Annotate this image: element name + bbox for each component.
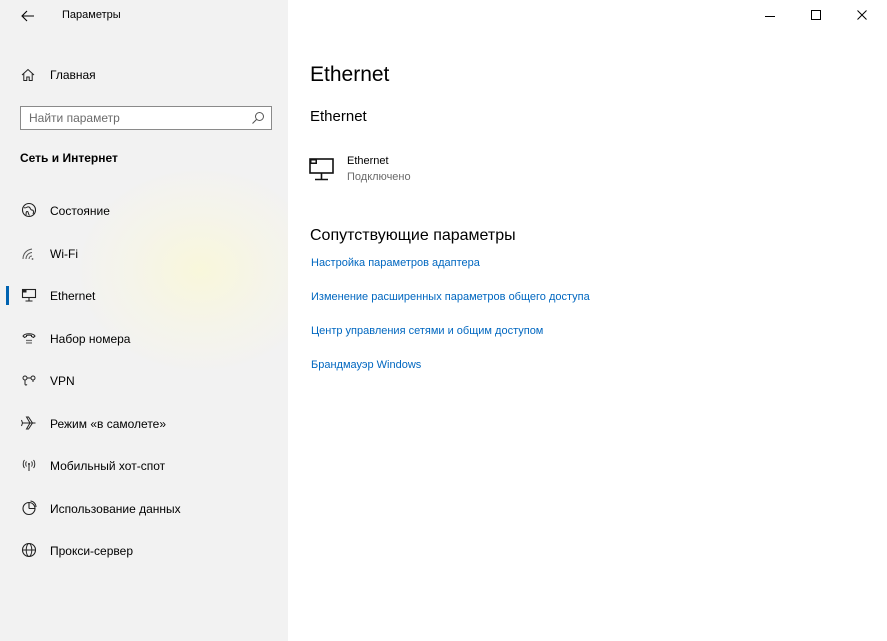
- app-title: Параметры: [62, 9, 121, 21]
- home-icon: [21, 68, 35, 81]
- advanced-sharing-link[interactable]: Изменение расширенных параметров общего …: [311, 291, 590, 303]
- dialup-icon: [22, 332, 36, 344]
- maximize-button[interactable]: [793, 0, 839, 30]
- sidebar-item-wifi[interactable]: Wi-Fi: [0, 233, 288, 276]
- sidebar-item-hotspot[interactable]: Мобильный хот-спот: [0, 445, 288, 488]
- window-controls: [747, 0, 887, 30]
- sidebar-item-label: Прокси-сервер: [50, 544, 133, 558]
- firewall-link[interactable]: Брандмауэр Windows: [311, 359, 421, 371]
- sidebar-item-data-usage[interactable]: Использование данных: [0, 488, 288, 531]
- sidebar-item-label: Использование данных: [50, 501, 181, 516]
- airplane-icon: [21, 416, 36, 429]
- ethernet-adapter-item[interactable]: Ethernet Подключено: [308, 153, 508, 189]
- section-header: Сеть и Интернет: [20, 151, 118, 165]
- wifi-icon: [22, 248, 34, 260]
- maximize-icon: [811, 10, 821, 20]
- titlebar-left: Параметры: [0, 0, 288, 30]
- related-settings-title: Сопутствующие параметры: [310, 227, 516, 244]
- close-button[interactable]: [839, 0, 885, 30]
- sidebar-item-label: Мобильный хот-спот: [50, 459, 166, 473]
- minimize-button[interactable]: [747, 0, 793, 30]
- back-button[interactable]: [14, 6, 42, 26]
- selected-indicator: [6, 286, 9, 305]
- adapter-name: Ethernet: [347, 155, 389, 167]
- sidebar-item-vpn[interactable]: VPN: [0, 360, 288, 403]
- search-icon[interactable]: [251, 111, 265, 125]
- search-box[interactable]: [20, 106, 272, 130]
- sidebar: Параметры Главная Сеть и Интернет Сост: [0, 0, 288, 641]
- close-icon: [857, 10, 867, 20]
- sidebar-item-label: Режим «в самолете»: [50, 416, 167, 431]
- main-content: Ethernet Ethernet Ethernet Подключено Со…: [288, 0, 887, 641]
- adapter-status: Подключено: [347, 171, 411, 183]
- sidebar-item-ethernet[interactable]: Ethernet: [0, 275, 288, 318]
- sidebar-item-label: Состояние: [50, 204, 110, 218]
- settings-window: Параметры Главная Сеть и Интернет Сост: [0, 0, 887, 641]
- sidebar-item-label: Ethernet: [50, 289, 96, 303]
- section-title: Ethernet: [310, 108, 367, 125]
- page-title: Ethernet: [310, 63, 390, 86]
- sidebar-item-label: Набор номера: [50, 331, 131, 346]
- minimize-icon: [765, 16, 775, 17]
- nav-list: Состояние Wi-Fi Ethernet Набор номера VP…: [0, 190, 288, 573]
- ethernet-icon: [21, 288, 37, 302]
- back-arrow-icon: [21, 10, 34, 22]
- sidebar-item-proxy[interactable]: Прокси-сервер: [0, 530, 288, 573]
- adapter-settings-link[interactable]: Настройка параметров адаптера: [311, 257, 480, 269]
- network-center-link[interactable]: Центр управления сетями и общим доступом: [311, 325, 543, 337]
- sidebar-item-label: Wi-Fi: [50, 246, 78, 261]
- sidebar-item-home[interactable]: Главная: [0, 62, 288, 88]
- sidebar-item-label: VPN: [50, 374, 75, 388]
- search-input[interactable]: [21, 107, 249, 129]
- sidebar-item-status[interactable]: Состояние: [0, 190, 288, 233]
- globe-status-icon: [21, 202, 37, 218]
- sidebar-item-label: Главная: [50, 68, 96, 82]
- sidebar-item-airplane[interactable]: Режим «в самолете»: [0, 403, 288, 446]
- globe-icon: [21, 542, 37, 558]
- ethernet-icon: [309, 158, 334, 181]
- sidebar-item-dialup[interactable]: Набор номера: [0, 318, 288, 361]
- data-usage-icon: [22, 500, 37, 515]
- hotspot-icon: [22, 459, 36, 471]
- vpn-icon: [22, 375, 36, 386]
